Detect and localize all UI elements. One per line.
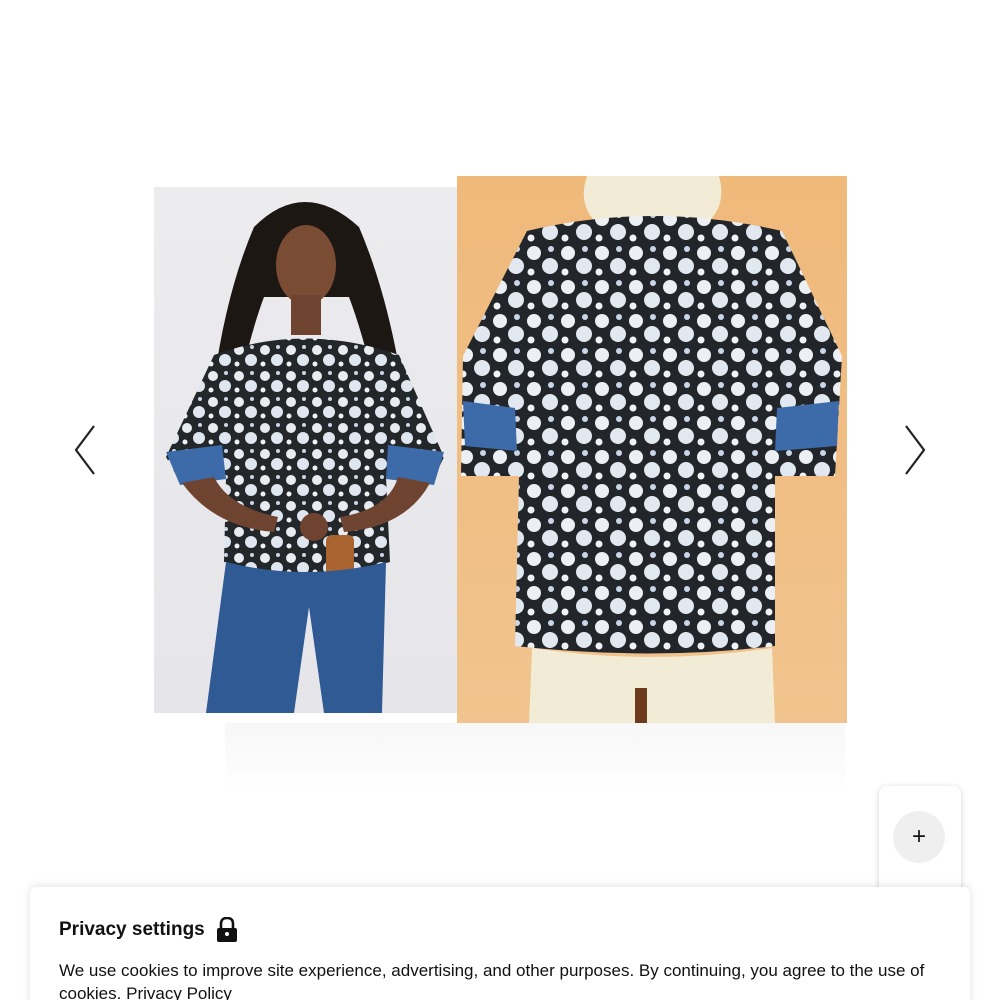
privacy-policy-link[interactable]: Privacy Policy [126,984,232,1000]
product-image-model[interactable] [154,187,457,713]
product-image-mannequin[interactable] [457,176,847,723]
floating-action-card: + [879,786,961,896]
privacy-title-text: Privacy settings [59,919,205,940]
privacy-text: We use cookies to improve site experienc… [59,959,939,1000]
next-image-button[interactable] [896,420,936,480]
carousel-reflection [225,723,845,795]
plus-button[interactable]: + [893,811,945,863]
lock-icon [216,917,237,942]
product-page: + Privacy settings We use cookies to imp… [0,0,1000,1000]
chevron-right-icon [905,425,926,475]
image-carousel [0,0,1000,860]
privacy-banner: Privacy settings We use cookies to impro… [30,887,970,1000]
mannequin-illustration [461,176,842,723]
chevron-left-icon [74,425,95,475]
plus-icon: + [911,823,926,850]
model-illustration [166,202,444,713]
privacy-title: Privacy settings [59,917,238,943]
previous-image-button[interactable] [64,420,104,480]
